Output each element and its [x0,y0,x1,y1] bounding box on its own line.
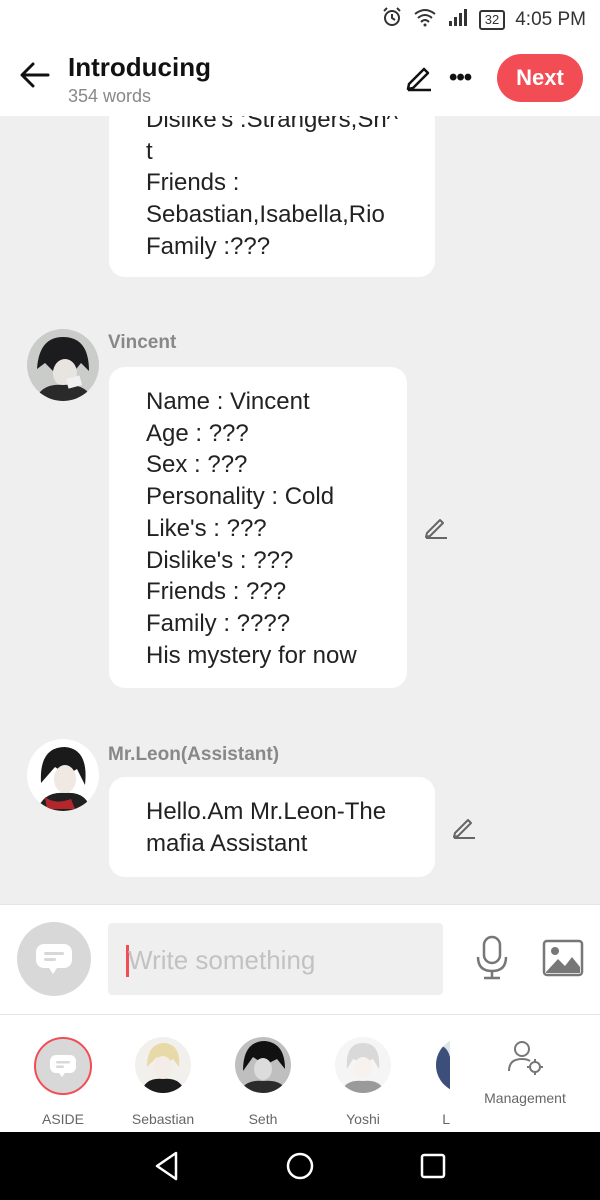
chat-area[interactable]: Dislike's :Strangers,Sh^ t Friends : Seb… [0,116,600,904]
avatar-mr-leon[interactable] [27,739,99,811]
message-line: Like's : ??? [146,514,267,542]
character-name: Seth [248,1111,278,1127]
message-line: t [146,137,153,165]
avatar [235,1037,291,1093]
signal-icon [447,7,469,33]
message-bubble[interactable]: Dislike's :Strangers,Sh^ t Friends : Seb… [109,116,435,277]
aside-toggle-button[interactable] [17,922,91,996]
message-line: His mystery for now [146,641,357,669]
message-line: Age : ??? [146,419,249,447]
composer: Write something [0,904,600,1014]
message-line: Family : ???? [146,609,291,637]
management-button[interactable]: Management [470,1037,580,1106]
message-line: Dislike's : ??? [146,546,294,574]
more-options-icon[interactable]: ••• [449,64,472,92]
page-title: Introducing [68,52,211,82]
image-icon[interactable] [542,939,584,977]
message-line: Dislike's :Strangers,Sh^ [146,116,398,133]
avatar [436,1037,450,1093]
word-count: 354 words [68,86,152,106]
aside-icon [34,1037,92,1095]
message-input[interactable]: Write something [108,923,443,995]
character-seth[interactable]: Seth [223,1037,303,1127]
input-placeholder: Write something [128,945,316,975]
message-line: Hello.Am Mr.Leon-The [146,798,387,825]
message-line: Sebastian,Isabella,Rio [146,201,385,229]
avatar [135,1037,191,1093]
system-nav-bar [0,1132,600,1200]
character-sebastian[interactable]: Sebastian [123,1037,203,1127]
back-arrow-icon[interactable] [18,58,52,92]
edit-message-icon[interactable] [423,514,449,540]
message-line: Sex : ??? [146,451,248,479]
character-name: Sebastian [131,1111,195,1127]
character-l[interactable]: L [406,1037,450,1127]
message-line: mafia Assistant [146,829,308,857]
message-line: Personality : Cold [146,483,335,511]
message-line: Family :??? [146,232,271,260]
nav-back-icon[interactable] [152,1150,182,1182]
battery-icon: 32 [478,10,506,30]
microphone-icon[interactable] [474,935,510,981]
user-settings-icon [508,1041,543,1075]
message-bubble[interactable]: Name : Vincent Age : ??? Sex : ??? Perso… [109,367,407,688]
sender-name: Vincent [108,332,177,353]
message-line: Name : Vincent [146,388,310,415]
character-yoshi[interactable]: Yoshi [323,1037,403,1127]
wifi-icon [413,7,437,33]
sender-name: Mr.Leon(Assistant) [108,744,280,765]
message-bubble[interactable]: Hello.Am Mr.Leon-The mafia Assistant [109,777,435,877]
message-line: Friends : [146,169,240,197]
character-name: ASIDE [41,1111,84,1127]
avatar [335,1037,391,1093]
next-button[interactable]: Next [497,54,583,102]
alarm-icon [381,6,403,34]
character-name: L [442,1111,450,1127]
character-bar: ASIDE Sebastian Seth Yoshi L Management [0,1014,600,1132]
message-line: Friends : ??? [146,578,287,606]
edit-message-icon[interactable] [451,814,477,840]
nav-recents-icon[interactable] [420,1153,446,1179]
character-name: Yoshi [346,1111,380,1127]
nav-home-icon[interactable] [285,1151,315,1181]
edit-title-icon[interactable] [404,62,434,92]
management-label: Management [484,1090,566,1106]
header: Introducing 354 words ••• Next [0,40,600,116]
clock: 4:05 PM [515,9,586,30]
character-aside[interactable]: ASIDE [23,1037,103,1127]
avatar-vincent[interactable] [27,329,99,401]
status-bar: 32 4:05 PM [0,0,600,40]
